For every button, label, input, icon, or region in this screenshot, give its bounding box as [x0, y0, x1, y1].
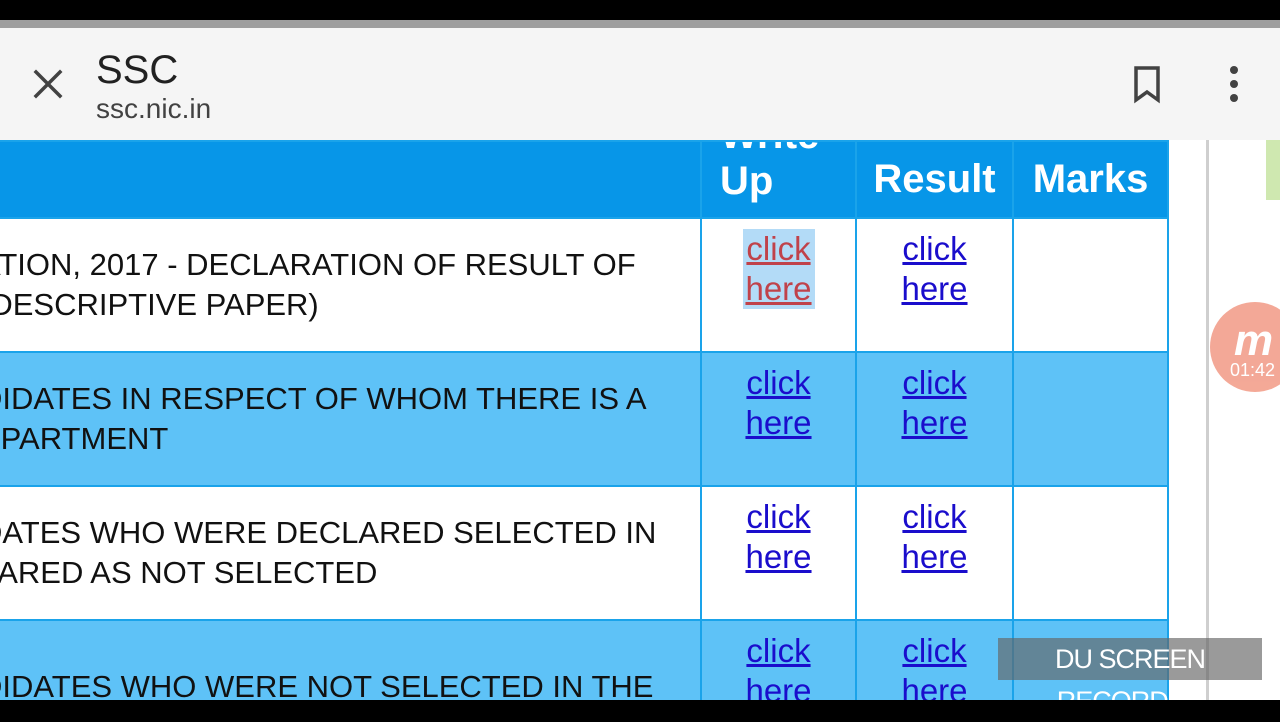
row-description-line: DIDATES WHO WERE NOT SELECTED IN THE	[0, 669, 654, 700]
writeup-cell: click here	[700, 351, 857, 487]
page-edge-decoration	[1266, 140, 1280, 200]
writeup-cell: click here	[700, 619, 857, 700]
bookmark-button[interactable]	[1128, 64, 1168, 104]
close-icon	[33, 69, 63, 99]
writeup-link[interactable]: click here	[742, 229, 815, 309]
page-url[interactable]: ssc.nic.in	[96, 92, 211, 126]
result-cell: click here	[855, 485, 1014, 621]
writeup-cell: click here	[700, 217, 857, 353]
overflow-menu-button[interactable]	[1214, 64, 1254, 104]
result-link[interactable]: click here	[899, 363, 971, 443]
header-description	[0, 140, 702, 219]
result-link[interactable]: click here	[899, 497, 971, 577]
recorder-timer: 01:42	[1230, 360, 1276, 380]
page-edge-divider	[1206, 140, 1209, 700]
custom-tab-toolbar: SSC ssc.nic.in	[0, 28, 1280, 141]
more-vert-icon	[1230, 66, 1238, 102]
row-description: DIDATES WHO WERE NOT SELECTED IN THE	[0, 619, 702, 700]
result-cell: click here	[855, 351, 1014, 487]
row-description-line: EPARTMENT	[0, 421, 169, 456]
writeup-link[interactable]: click here	[743, 631, 815, 700]
header-writeup: Write Up	[700, 140, 857, 219]
row-description: ATION, 2017 - DECLARATION OF RESULT OF (…	[0, 217, 702, 353]
page-title: SSC	[96, 48, 179, 92]
recorder-badge-icon: m	[1234, 316, 1274, 365]
marks-cell	[1012, 485, 1169, 621]
row-description-line: DATES WHO WERE DECLARED SELECTED IN	[0, 515, 657, 550]
web-page-content: Write Up Result Marks ATION, 2017 - DECL…	[0, 140, 1280, 700]
status-bar-divider	[0, 20, 1280, 28]
marks-cell	[1012, 217, 1169, 353]
result-link[interactable]: click here	[899, 631, 971, 700]
writeup-link[interactable]: click here	[743, 497, 815, 577]
status-bar	[0, 0, 1280, 20]
navigation-bar	[0, 700, 1280, 720]
header-result: Result	[855, 140, 1014, 219]
results-table: Write Up Result Marks ATION, 2017 - DECL…	[0, 140, 1169, 700]
table-row: ATION, 2017 - DECLARATION OF RESULT OF (…	[0, 217, 1169, 353]
row-description-line: DIDATES IN RESPECT OF WHOM THERE IS A	[0, 381, 647, 416]
row-description-line: LARED AS NOT SELECTED	[0, 555, 378, 590]
table-row: DIDATES WHO WERE NOT SELECTED IN THE cli…	[0, 619, 1169, 700]
recorder-floating-badge[interactable]: m 01:42	[1210, 302, 1280, 392]
table-row: DATES WHO WERE DECLARED SELECTED IN LARE…	[0, 485, 1169, 621]
header-writeup-label: Write Up	[720, 142, 819, 203]
row-description: DIDATES IN RESPECT OF WHOM THERE IS A EP…	[0, 351, 702, 487]
close-button[interactable]	[28, 64, 68, 104]
table-row: DIDATES IN RESPECT OF WHOM THERE IS A EP…	[0, 351, 1169, 487]
row-description: DATES WHO WERE DECLARED SELECTED IN LARE…	[0, 485, 702, 621]
recorder-watermark: DU SCREEN RECORDER	[998, 638, 1262, 716]
table-header-row: Write Up Result Marks	[0, 140, 1169, 219]
writeup-cell: click here	[700, 485, 857, 621]
bookmark-icon	[1134, 66, 1160, 104]
row-description-line: ATION, 2017 - DECLARATION OF RESULT OF	[0, 247, 636, 282]
marks-cell	[1012, 351, 1169, 487]
writeup-link[interactable]: click here	[743, 363, 815, 443]
result-cell: click here	[855, 619, 1014, 700]
result-link[interactable]: click here	[899, 229, 971, 309]
result-cell: click here	[855, 217, 1014, 353]
row-description-line: (DESCRIPTIVE PAPER)	[0, 287, 319, 322]
header-marks: Marks	[1012, 140, 1169, 219]
